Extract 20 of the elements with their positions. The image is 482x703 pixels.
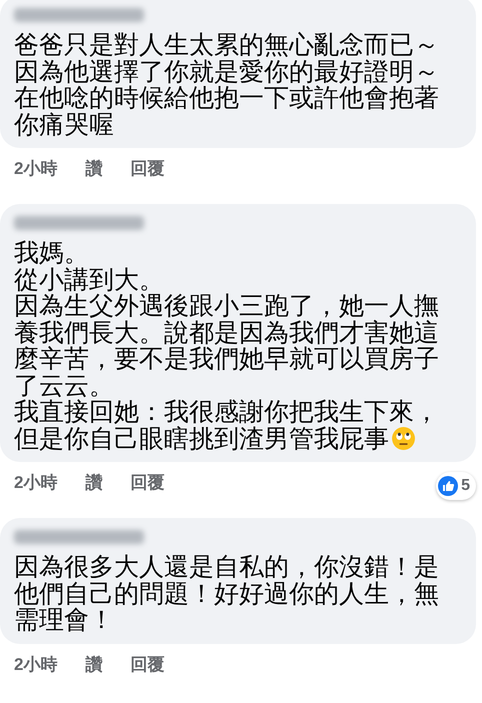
- comment-text: 在他唸的時候給他抱一下或許他會抱著你痛哭喔: [14, 85, 440, 138]
- comment-text: 從小講到大。: [14, 266, 165, 293]
- timestamp: 2小時: [14, 158, 58, 180]
- action-link[interactable]: 讚: [85, 652, 102, 678]
- comment-text: 爸爸只是對人生太累的無心亂念而已～: [14, 32, 440, 58]
- reaction-count: 5: [461, 476, 470, 496]
- action-link[interactable]: 讚: [85, 156, 102, 182]
- action-link[interactable]: 回覆: [130, 652, 164, 678]
- action-link[interactable]: 讚: [85, 470, 102, 496]
- action-link[interactable]: 回覆: [130, 156, 164, 182]
- comment-text: 我直接回她：我很感謝你把我生下來，但是你自己眼瞎挑到渣男管我屁事: [14, 399, 440, 452]
- comment-text: 因為很多大人還是自私的，你沒錯！是他們自己的問題！好好過你的人生，無需理會！: [14, 554, 440, 634]
- comment-text: 我媽。: [14, 240, 90, 266]
- action-link[interactable]: 回覆: [130, 470, 164, 496]
- timestamp: 2小時: [14, 472, 58, 494]
- thumbs-up-icon: [438, 476, 458, 496]
- timestamp: 2小時: [14, 654, 58, 676]
- reaction-badge[interactable]: 5: [436, 472, 476, 500]
- comment-text: 因為生父外遇後跟小三跑了，她一人撫養我們長大。說都是因為我們才害她這麼辛苦，要不是我們她早就可以買房子了云云。: [14, 293, 440, 399]
- comment-text: 因為他選擇了你就是愛你的最好證明～: [14, 58, 440, 85]
